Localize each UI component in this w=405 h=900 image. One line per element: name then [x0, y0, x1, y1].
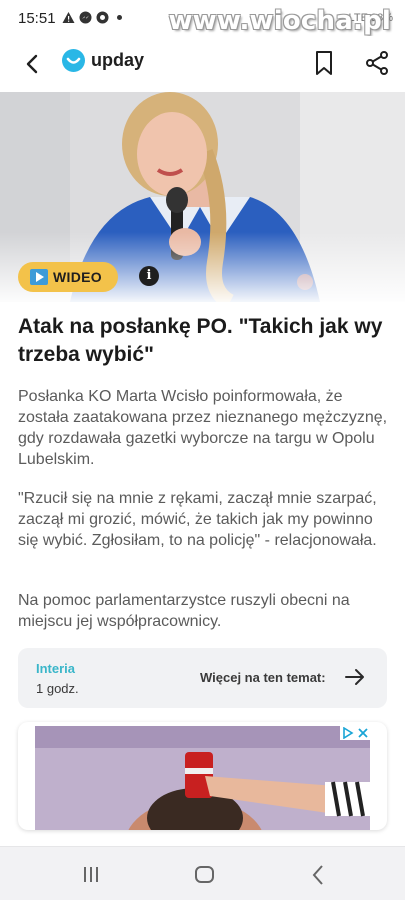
article-paragraph: Na pomoc parlamentarzystce ruszyli obecn…: [18, 592, 350, 630]
upday-logo[interactable]: upday: [62, 49, 144, 72]
close-ad-icon[interactable]: [357, 727, 369, 739]
ad-card[interactable]: [18, 722, 387, 830]
logo-text: upday: [91, 50, 145, 70]
article-paragraph: Posłanka KO Marta Wcisło poinformowała, …: [18, 388, 388, 468]
video-badge[interactable]: WIDEO: [18, 262, 118, 292]
source-time: 1 godz.: [36, 681, 79, 696]
home-icon[interactable]: [195, 866, 214, 883]
arrow-right-icon[interactable]: [344, 666, 366, 688]
back-button[interactable]: [18, 50, 46, 78]
status-bar: 15:51 LTE 98% www.wiocha.pl: [0, 0, 405, 36]
more-notifications-dot: [117, 15, 122, 20]
app-header: upday: [0, 36, 405, 92]
messenger-icon: [79, 11, 92, 24]
ad-photo: [35, 726, 370, 830]
info-icon[interactable]: i: [139, 266, 159, 286]
source-name[interactable]: Interia: [36, 661, 75, 676]
back-nav-icon[interactable]: [310, 864, 326, 886]
system-navigation-bar: [0, 846, 405, 900]
ad-image[interactable]: [35, 726, 370, 830]
video-badge-label: WIDEO: [53, 269, 102, 285]
app-notification-icon: [96, 11, 109, 24]
bookmark-icon[interactable]: [312, 49, 336, 77]
warning-icon: [62, 12, 75, 23]
article-title: Atak na posłankę PO. "Takich jak wy trze…: [18, 315, 383, 366]
source-card[interactable]: Interia 1 godz. Więcej na ten temat:: [18, 648, 387, 708]
recent-apps-icon[interactable]: [81, 866, 101, 883]
status-notification-icons: [62, 11, 122, 24]
status-time: 15:51: [18, 10, 56, 27]
article-paragraph: "Rzucił się na mnie z rękami, zaczął mni…: [18, 490, 377, 549]
chevron-left-icon: [26, 54, 38, 74]
adchoices[interactable]: [340, 726, 371, 740]
play-icon: [30, 269, 48, 285]
more-on-topic-label[interactable]: Więcej na ten temat:: [200, 670, 326, 685]
adchoices-icon[interactable]: [342, 727, 354, 739]
watermark: www.wiocha.pl: [168, 6, 391, 36]
upday-logo-icon: [62, 49, 85, 72]
share-icon[interactable]: [364, 50, 390, 76]
